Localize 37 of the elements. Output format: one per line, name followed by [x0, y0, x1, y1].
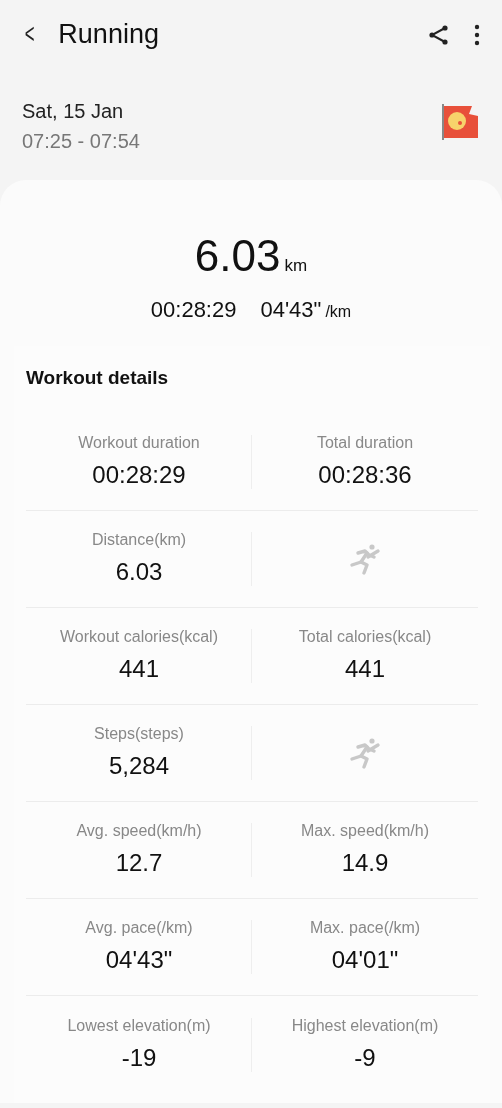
workout-time-range: 07:25 - 07:54 [22, 129, 140, 154]
distance-unit: km [284, 255, 308, 277]
stat-value: 14.9 [341, 848, 389, 878]
stat-label: Workout duration [78, 433, 200, 453]
stat-label: Workout calories(kcal) [60, 627, 218, 647]
workout-date: Sat, 15 Jan [22, 99, 125, 124]
stat-label: Total duration [316, 433, 414, 453]
pace-value: 04'43" [260, 295, 322, 324]
stat-label: Lowest elevation(m) [67, 1015, 211, 1036]
stat-value: 5,284 [108, 751, 170, 781]
back-button[interactable]: < [24, 20, 40, 48]
stat-label: Highest elevation(m) [291, 1015, 439, 1036]
flag-icon [440, 102, 480, 142]
stat-value: -19 [121, 1042, 157, 1073]
stat-value: 00:28:36 [318, 460, 412, 490]
stat-label: Avg. speed(km/h) [76, 821, 202, 841]
stat-label: Distance(km) [91, 530, 187, 550]
running-person-icon [348, 737, 382, 769]
duration-value: 00:28:29 [150, 295, 237, 324]
stat-value: 00:28:29 [92, 460, 186, 490]
stat-label: Avg. pace(/km) [85, 918, 193, 938]
stat-label: Max. speed(km/h) [300, 821, 429, 841]
stat-value: -9 [354, 1042, 376, 1073]
stat-value: 12.7 [115, 848, 163, 878]
page-title: Running [58, 17, 159, 51]
stat-value: 04'01" [331, 945, 399, 975]
stat-value: 441 [344, 654, 385, 684]
pace-unit: /km [325, 301, 352, 322]
stat-label: Max. pace(/km) [309, 918, 421, 938]
running-person-icon [348, 543, 382, 575]
stat-label: Steps(steps) [94, 724, 184, 744]
stat-value: 6.03 [115, 557, 163, 587]
distance-value: 6.03 [194, 234, 281, 278]
section-title: Workout details [26, 365, 170, 390]
stat-value: 04'43" [105, 945, 173, 975]
stat-value: 441 [118, 654, 159, 684]
stat-label: Total calories(kcal) [298, 627, 432, 647]
